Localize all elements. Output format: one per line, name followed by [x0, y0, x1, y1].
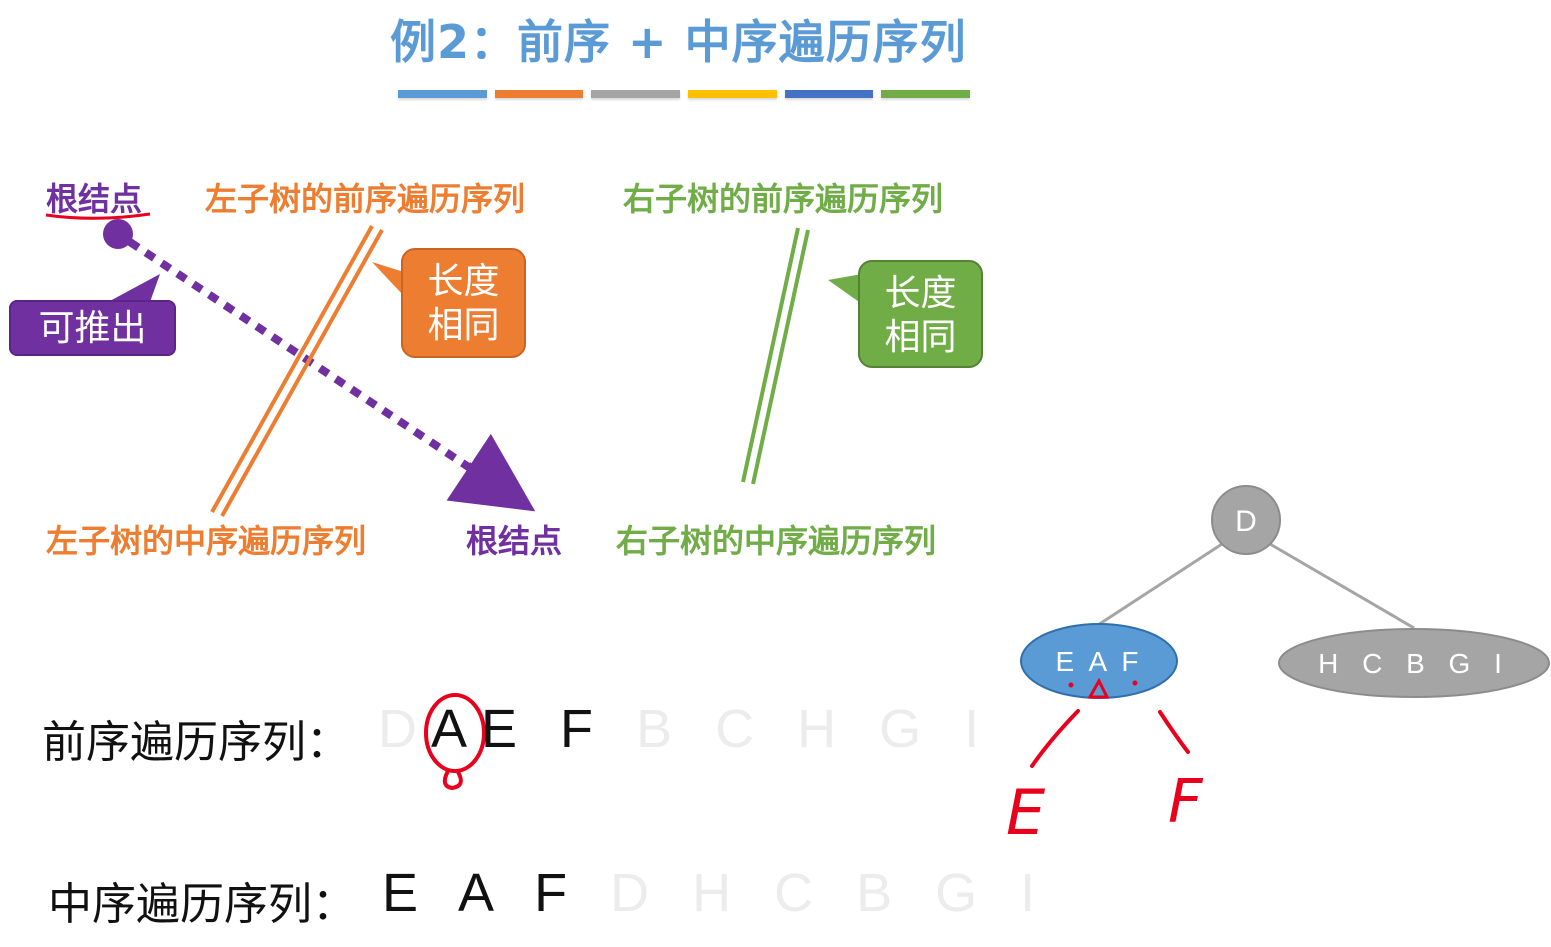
preorder-sequence: DAE F B C H G I [378, 698, 993, 760]
green-callout-tail [828, 274, 862, 304]
right-subtree-preorder-label: 右子树的前序遍历序列 [623, 180, 944, 218]
root-node-label-bottom: 根结点 [466, 522, 563, 560]
same-length-callout-left: 长度 相同 [401, 248, 526, 358]
deduce-callout-tail [108, 274, 160, 302]
tree-right-label: H C B G I [1318, 648, 1510, 679]
hand-edge-left [1030, 709, 1080, 768]
green-equal-line-1 [741, 227, 800, 483]
inorder-active: E A F [382, 863, 582, 923]
hand-e-label: E [1006, 776, 1046, 849]
callout-left-line-2: 相同 [427, 305, 500, 346]
orange-callout-tail [372, 262, 404, 296]
same-length-callout-right: 长度 相同 [858, 260, 983, 368]
left-subtree-preorder-label: 左子树的前序遍历序列 [205, 180, 526, 218]
orange-equal-line-1 [210, 225, 374, 513]
tree-left-label: E A F [1056, 646, 1143, 677]
inorder-label: 中序遍历序列： [48, 879, 356, 930]
preorder-highlight-a: A [431, 699, 482, 759]
tree-edge-left [1097, 542, 1223, 627]
orange-equal-line-2 [220, 229, 384, 517]
highlight-a-tail [442, 770, 463, 791]
callout-right-line-1: 长度 [884, 273, 957, 314]
inorder-faded-rest: D H C B G I [610, 863, 1050, 923]
callout-left-line-1: 长度 [427, 261, 500, 302]
preorder-label: 前序遍历序列： [42, 717, 350, 768]
hand-dot-left [1068, 682, 1074, 688]
tree-root-label: D [1235, 505, 1257, 538]
tree-edge-right [1269, 542, 1415, 630]
right-subtree-inorder-label: 右子树的中序遍历序列 [616, 522, 937, 560]
preorder-root-faded: D [378, 699, 431, 759]
callout-right-line-2: 相同 [884, 317, 957, 358]
inorder-sequence: E A F D H C B G I [382, 862, 1049, 924]
hand-dot-right [1132, 680, 1138, 686]
green-equal-line-2 [751, 229, 810, 485]
root-node-label-top: 根结点 [46, 180, 143, 218]
hand-edge-right [1158, 710, 1190, 754]
left-subtree-inorder-label: 左子树的中序遍历序列 [46, 522, 367, 560]
diagram-canvas: D E A F H C B G I E F [45, 212, 1550, 849]
preorder-faded-rest: B C H G I [636, 699, 994, 759]
hand-f-label: F [1168, 767, 1204, 837]
deduce-callout: 可推出 [9, 300, 176, 356]
preorder-active: E F [481, 699, 608, 759]
